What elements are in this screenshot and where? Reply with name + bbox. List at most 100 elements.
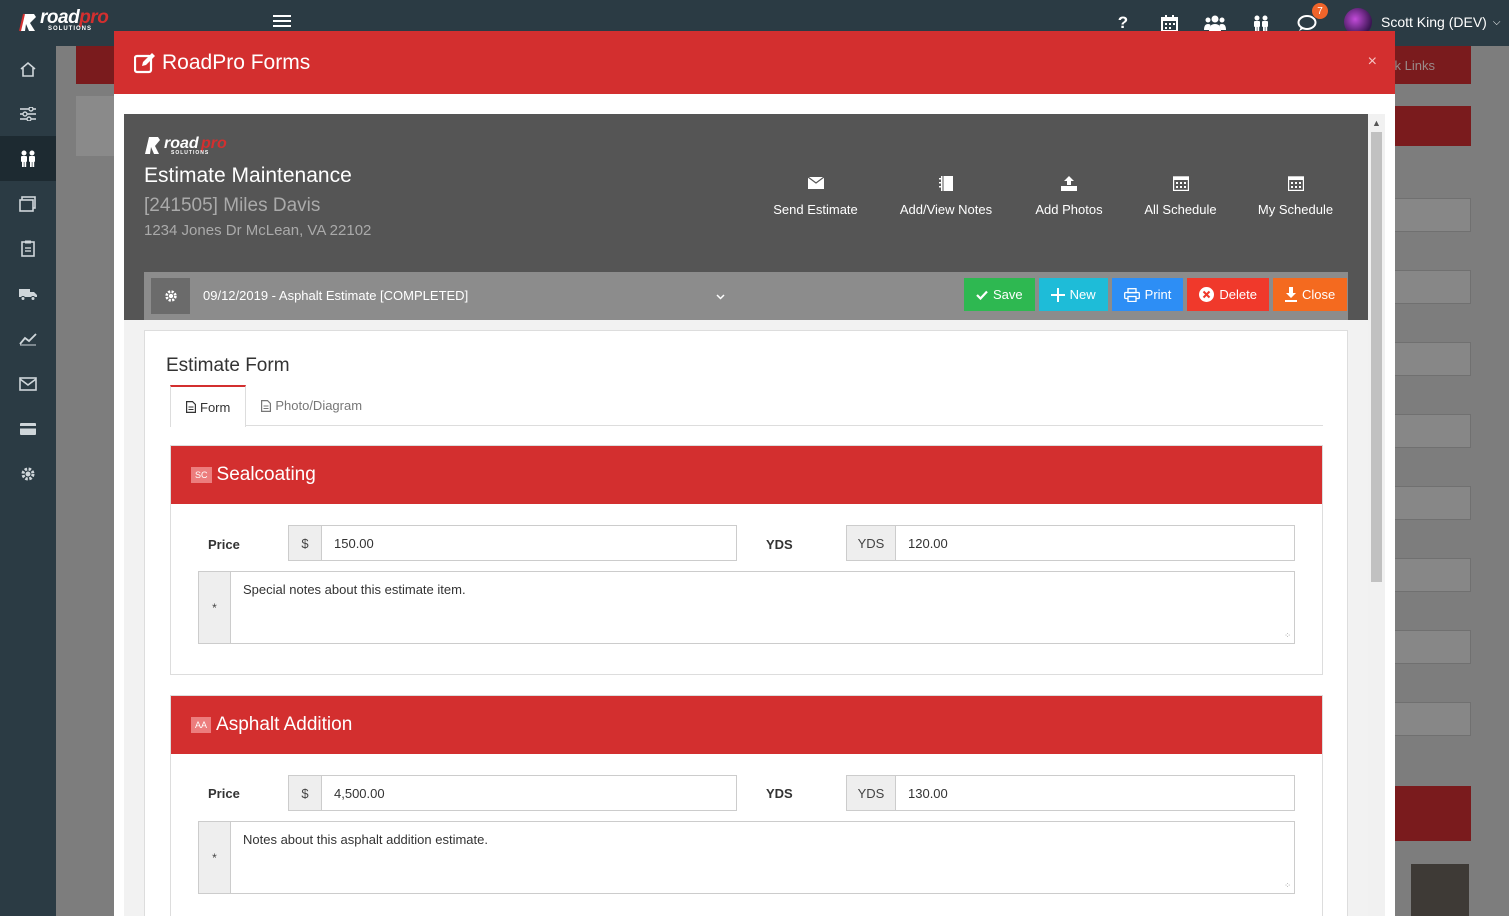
my-schedule-label: My Schedule xyxy=(1257,202,1334,217)
settings-button[interactable] xyxy=(151,278,190,314)
yds-addon: YDS xyxy=(847,776,896,810)
add-view-notes-button[interactable]: Add/View Notes xyxy=(877,172,1015,217)
notes-textarea[interactable]: * Notes about this asphalt addition esti… xyxy=(198,821,1295,894)
x-circle-icon xyxy=(1199,287,1215,302)
user-name: Scott King (DEV) xyxy=(1381,14,1487,30)
tab-photo-diagram[interactable]: Photo/Diagram xyxy=(246,385,377,426)
price-addon: $ xyxy=(289,776,322,810)
background-panel-header xyxy=(1394,106,1471,146)
estimate-select[interactable]: 09/12/2019 - Asphalt Estimate [COMPLETED… xyxy=(203,288,468,303)
resize-handle-icon[interactable]: ⁘ xyxy=(1284,881,1291,890)
section-badge: AA xyxy=(191,717,212,733)
section-header: SC Sealcoating xyxy=(171,446,1322,504)
scroll-up-icon[interactable]: ▲ xyxy=(1372,118,1381,128)
upload-icon xyxy=(1061,172,1077,194)
my-schedule-button[interactable]: My Schedule xyxy=(1238,172,1353,217)
all-schedule-button[interactable]: All Schedule xyxy=(1123,172,1238,217)
section-sealcoating: SC Sealcoating Price $ 150.00 YDS YDS 12… xyxy=(170,445,1323,675)
sidebar-settings-sliders-icon[interactable] xyxy=(0,91,56,136)
add-photos-button[interactable]: Add Photos xyxy=(1015,172,1123,217)
delete-button[interactable]: Delete xyxy=(1187,278,1269,311)
plus-icon xyxy=(1050,287,1065,302)
chevron-down-icon: ⌵ xyxy=(1492,16,1501,28)
add-photos-label: Add Photos xyxy=(1035,202,1103,217)
sidebar xyxy=(0,46,56,916)
scrollbar-thumb[interactable] xyxy=(1371,132,1382,582)
sidebar-people-icon[interactable] xyxy=(0,136,56,181)
sidebar-chart-icon[interactable] xyxy=(0,316,56,361)
add-view-notes-label: Add/View Notes xyxy=(899,202,993,217)
price-value: 4,500.00 xyxy=(334,785,385,801)
printer-icon xyxy=(1123,287,1140,302)
notes-value: Special notes about this estimate item. xyxy=(243,582,466,597)
save-button[interactable]: Save xyxy=(964,278,1035,311)
modal-header: RoadPro Forms × xyxy=(114,31,1395,94)
modal-title: RoadPro Forms xyxy=(162,50,311,74)
price-input[interactable]: $ 4,500.00 xyxy=(288,775,737,811)
sidebar-credit-card-icon[interactable] xyxy=(0,406,56,451)
new-button[interactable]: New xyxy=(1038,278,1108,311)
sidebar-truck-icon[interactable] xyxy=(0,271,56,316)
roadpro-logo-icon xyxy=(19,13,36,31)
section-header: AA Asphalt Addition xyxy=(171,696,1322,754)
estimate-actions: Send Estimate Add/View Notes Add Photos … xyxy=(754,172,1353,217)
action-buttons: Save New Print Delete Close xyxy=(964,278,1351,311)
svg-text:SOLUTIONS: SOLUTIONS xyxy=(171,150,209,156)
check-icon xyxy=(976,290,988,300)
tab-form-label: Form xyxy=(200,399,231,415)
save-label: Save xyxy=(993,287,1023,302)
price-value: 150.00 xyxy=(334,535,374,551)
customer-name: [241505] Miles Davis xyxy=(144,195,321,216)
close-button[interactable]: Close xyxy=(1272,278,1348,311)
download-icon xyxy=(1284,287,1297,302)
roadpro-logo: road pro SOLUTIONS xyxy=(144,134,244,159)
brand-word: road xyxy=(40,7,80,28)
sidebar-clipboard-icon[interactable] xyxy=(0,226,56,271)
price-label: Price xyxy=(208,537,240,552)
document-icon xyxy=(186,401,196,413)
notification-badge: 7 xyxy=(1312,3,1328,19)
new-label: New xyxy=(1069,287,1096,302)
yds-value: 120.00 xyxy=(908,535,948,551)
delete-label: Delete xyxy=(1219,287,1257,302)
sidebar-home-icon[interactable] xyxy=(0,46,56,91)
roadpro-forms-modal: RoadPro Forms × road pro SOLUTIONS Estim… xyxy=(114,31,1395,916)
notes-textarea[interactable]: * Special notes about this estimate item… xyxy=(198,571,1295,644)
yds-label: YDS xyxy=(766,786,793,801)
yds-input[interactable]: YDS 120.00 xyxy=(846,525,1295,561)
form-tabs: Form Photo/Diagram xyxy=(170,385,1323,427)
roadpro-logo-icon: road pro SOLUTIONS xyxy=(145,135,227,156)
calendar-icon xyxy=(1287,172,1304,194)
yds-value: 130.00 xyxy=(908,785,948,801)
send-estimate-label: Send Estimate xyxy=(773,202,858,217)
tab-form[interactable]: Form xyxy=(170,385,247,427)
price-label: Price xyxy=(208,786,240,801)
modal-body: road pro SOLUTIONS Estimate Maintenance … xyxy=(124,114,1368,916)
print-button[interactable]: Print xyxy=(1111,278,1184,311)
price-input[interactable]: $ 150.00 xyxy=(288,525,737,561)
close-label: Close xyxy=(1301,287,1336,302)
menu-toggle-icon[interactable] xyxy=(273,15,291,29)
notes-addon: * xyxy=(199,572,231,643)
modal-close-button[interactable]: × xyxy=(1368,53,1377,71)
background-field xyxy=(1394,558,1471,592)
background-field xyxy=(1394,630,1471,664)
all-schedule-label: All Schedule xyxy=(1144,202,1217,217)
estimate-form-card: Estimate Form Form Photo/Diagram SC Seal… xyxy=(144,330,1348,916)
customer-address: 1234 Jones Dr McLean, VA 22102 xyxy=(144,222,372,239)
chevron-down-icon[interactable] xyxy=(716,288,725,303)
sidebar-gear-icon[interactable] xyxy=(0,451,56,496)
brand-logo[interactable]: roadpro SOLUTIONS xyxy=(18,7,109,33)
gear-icon xyxy=(164,290,177,302)
sidebar-documents-icon[interactable] xyxy=(0,181,56,226)
resize-handle-icon[interactable]: ⁘ xyxy=(1284,631,1291,640)
modal-scrollbar[interactable]: ▲ xyxy=(1368,114,1385,916)
notes-value: Notes about this asphalt addition estima… xyxy=(243,832,488,847)
send-estimate-button[interactable]: Send Estimate xyxy=(754,172,877,217)
sidebar-mail-icon[interactable] xyxy=(0,361,56,406)
print-label: Print xyxy=(1144,287,1172,302)
tab-photo-diagram-label: Photo/Diagram xyxy=(275,398,363,413)
yds-input[interactable]: YDS 130.00 xyxy=(846,775,1295,811)
background-field xyxy=(1394,342,1471,376)
background-field xyxy=(1394,486,1471,520)
